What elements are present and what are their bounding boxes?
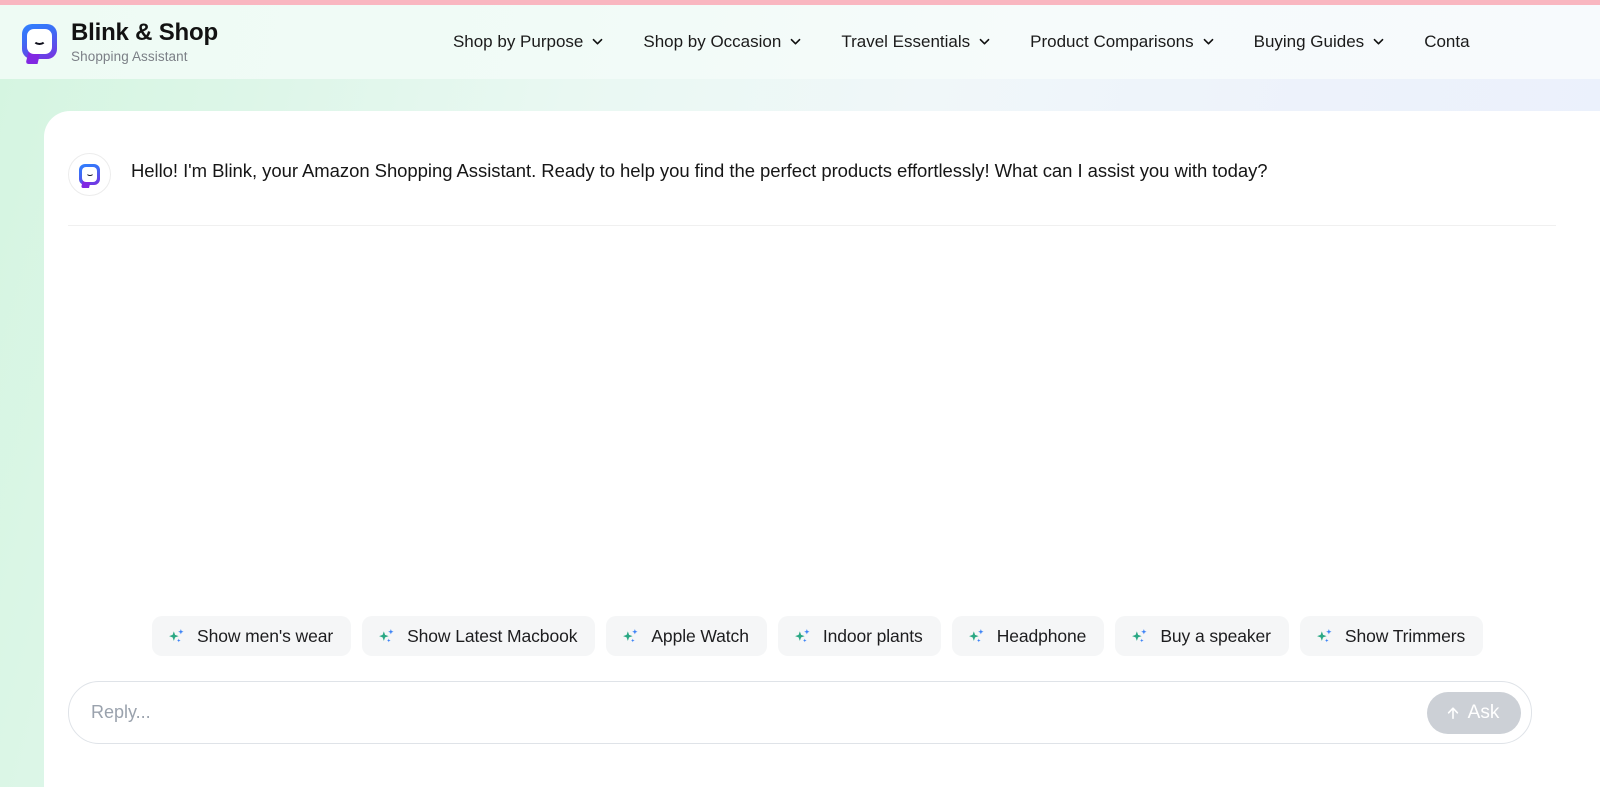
app-root: Blink & Shop Shopping Assistant Shop by … [0, 0, 1600, 787]
sparkle-icon [379, 628, 394, 642]
message-divider [68, 225, 1556, 226]
site-header: Blink & Shop Shopping Assistant Shop by … [0, 5, 1600, 79]
suggestion-chip-label: Show Trimmers [1344, 625, 1466, 646]
main-navigation: Shop by Purpose Shop by Occasion Travel … [453, 32, 1470, 52]
suggestion-chip-label: Buy a speaker [1160, 625, 1271, 646]
chevron-down-icon [979, 36, 990, 47]
sparkle-icon [1132, 628, 1147, 642]
nav-item-travel-essentials[interactable]: Travel Essentials [841, 32, 990, 52]
suggestion-chip[interactable]: Buy a speaker [1115, 616, 1289, 656]
chevron-down-icon [1373, 36, 1384, 47]
chevron-down-icon [592, 36, 603, 47]
brand-subtitle: Shopping Assistant [71, 48, 188, 64]
nav-label: Product Comparisons [1030, 32, 1194, 51]
page-title: Blink & Shop [71, 19, 218, 47]
suggestion-chip[interactable]: Indoor plants [777, 616, 941, 656]
chat-bubble-smile-icon [22, 24, 57, 60]
top-accent-strip [0, 0, 1600, 5]
sparkle-icon [623, 628, 638, 642]
nav-label: Shop by Purpose [452, 32, 584, 51]
nav-label: Travel Essentials [841, 32, 971, 51]
suggestion-chip-label: Headphone [996, 625, 1087, 646]
suggestion-chip[interactable]: Show men's wear [152, 616, 352, 656]
ask-button[interactable]: Ask [1427, 691, 1521, 734]
ask-button-label: Ask [1467, 701, 1500, 723]
suggestion-chip-label: Show men's wear [197, 625, 334, 646]
composer: Ask [68, 681, 1532, 744]
nav-item-shop-by-occasion[interactable]: Shop by Occasion [643, 32, 801, 52]
nav-item-product-comparisons[interactable]: Product Comparisons [1030, 32, 1213, 52]
suggestion-chip-label: Show Latest Macbook [407, 625, 578, 646]
nav-item-contact[interactable]: Conta [1424, 32, 1469, 52]
suggestion-chip-label: Apple Watch [651, 625, 749, 646]
nav-label: Shop by Occasion [643, 32, 782, 51]
assistant-message-text: Hello! I'm Blink, your Amazon Shopping A… [131, 160, 1268, 181]
suggestion-chip[interactable]: Show Latest Macbook [362, 616, 596, 656]
assistant-avatar-icon [68, 153, 111, 196]
chat-panel: Hello! I'm Blink, your Amazon Shopping A… [44, 111, 1600, 787]
nav-item-shop-by-purpose[interactable]: Shop by Purpose [453, 32, 603, 52]
sparkle-icon [1316, 628, 1332, 642]
suggestion-chip-label: Indoor plants [822, 625, 923, 646]
arrow-up-icon [1447, 706, 1458, 719]
nav-label: Conta [1424, 32, 1470, 51]
suggestion-chip-list: Show men's wear Show Latest Macbook Appl… [152, 616, 1484, 656]
sparkle-icon [794, 628, 810, 642]
reply-input[interactable] [91, 682, 1427, 743]
brand-block[interactable]: Blink & Shop Shopping Assistant [22, 20, 218, 63]
sparkle-icon [169, 628, 184, 642]
nav-label: Buying Guides [1253, 32, 1365, 51]
assistant-message: Hello! I'm Blink, your Amazon Shopping A… [44, 111, 1600, 196]
nav-item-buying-guides[interactable]: Buying Guides [1254, 32, 1385, 52]
chevron-down-icon [790, 36, 801, 47]
suggestion-chip[interactable]: Headphone [951, 616, 1105, 656]
suggestion-chip[interactable]: Show Trimmers [1299, 616, 1484, 656]
sparkle-icon [968, 628, 984, 642]
chevron-down-icon [1203, 36, 1214, 47]
suggestion-chip[interactable]: Apple Watch [606, 616, 767, 656]
